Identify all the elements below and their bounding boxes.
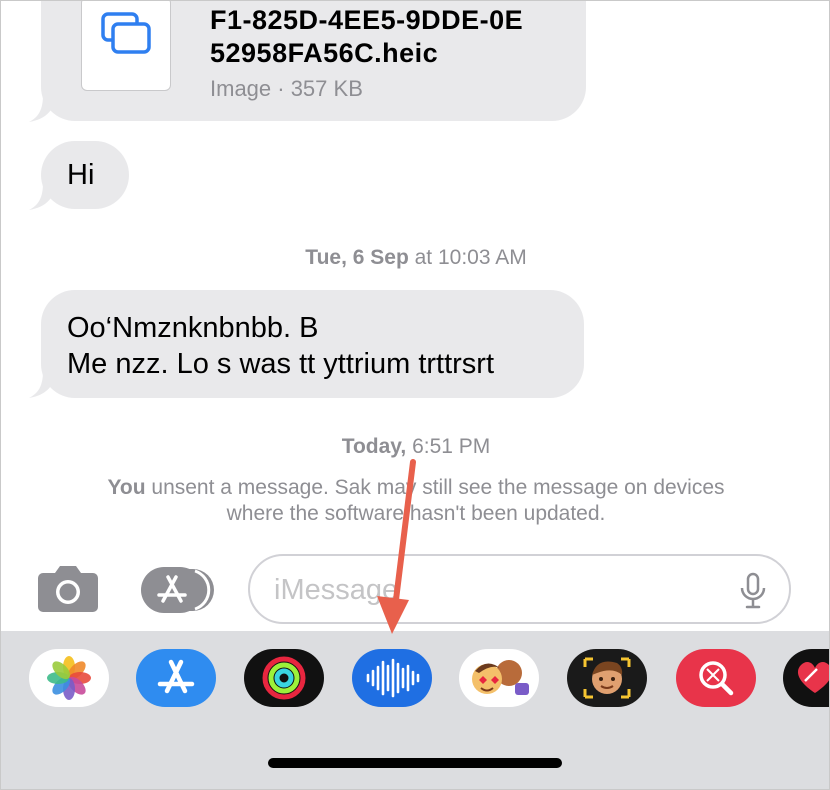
photos-app-button[interactable] [29, 649, 109, 707]
fitness-app-button[interactable] [244, 649, 324, 707]
memoji-stickers-app-button[interactable] [459, 649, 539, 707]
home-indicator[interactable] [268, 758, 562, 768]
timestamp-day: Today, [341, 435, 407, 458]
message-input[interactable] [274, 570, 714, 610]
unsent-you: You [107, 476, 146, 499]
image-stack-icon [101, 12, 151, 54]
microphone-icon [740, 572, 766, 609]
apps-button[interactable] [141, 567, 217, 613]
message-text-line1: Oo‘Nmznknbnbb. B [67, 312, 319, 344]
timestamp-time: at 10:03 AM [408, 246, 527, 269]
message-text-line2: Me nzz. Lo s was tt yttrium trttrsrt [67, 348, 495, 380]
timestamp: Today, 6:51 PM [1, 435, 829, 459]
timestamp-time: 6:51 PM [406, 435, 491, 458]
timestamp: Tue, 6 Sep at 10:03 AM [1, 246, 829, 270]
camera-button[interactable] [37, 563, 99, 613]
digital-touch-app-icon [798, 661, 829, 693]
app-store-app-icon [157, 659, 195, 694]
bubble-tail [29, 371, 55, 398]
file-attachment-bubble[interactable]: F1-825D-4EE5-9DDE-0E 52958FA56C.heic Ima… [41, 1, 586, 121]
audio-message-app-icon [366, 658, 420, 698]
message-bubble-long[interactable]: Oo‘Nmznknbnbb. B Me nzz. Lo s was tt ytt… [41, 290, 584, 398]
memoji-stickers-app-icon [472, 660, 529, 695]
messages-screen: F1-825D-4EE5-9DDE-0E 52958FA56C.heic Ima… [0, 0, 830, 790]
file-name-line2: 52958FA56C.heic [210, 38, 439, 68]
images-search-app-button[interactable] [676, 649, 756, 707]
message-text: Hi [67, 159, 95, 191]
file-name-line1: F1-825D-4EE5-9DDE-0E [210, 5, 524, 35]
dictation-button[interactable] [739, 572, 767, 610]
memoji-app-button[interactable] [567, 649, 647, 707]
app-store-app-button[interactable] [136, 649, 216, 707]
digital-touch-app-button[interactable] [783, 649, 829, 707]
audio-message-app-button[interactable] [352, 649, 432, 707]
unsent-message-notice: You unsent a message. Sak may still see … [1, 475, 829, 527]
message-input-field[interactable] [248, 554, 791, 624]
camera-icon [38, 566, 98, 612]
imessage-app-drawer [1, 631, 829, 789]
fitness-app-icon [262, 656, 306, 700]
images-search-app-icon [699, 661, 734, 696]
bubble-tail [29, 95, 55, 122]
memoji-app-icon [583, 657, 631, 699]
bubble-tail [29, 183, 55, 210]
app-store-icon [141, 567, 214, 613]
unsent-line2: where the software hasn't been updated. [226, 502, 606, 525]
timestamp-day: Tue, 6 Sep [305, 246, 409, 269]
file-meta: Image · 357 KB [210, 76, 363, 101]
file-thumbnail [81, 1, 171, 91]
photos-app-icon [47, 656, 91, 700]
unsent-line1: unsent a message. Sak may still see the … [145, 476, 725, 499]
